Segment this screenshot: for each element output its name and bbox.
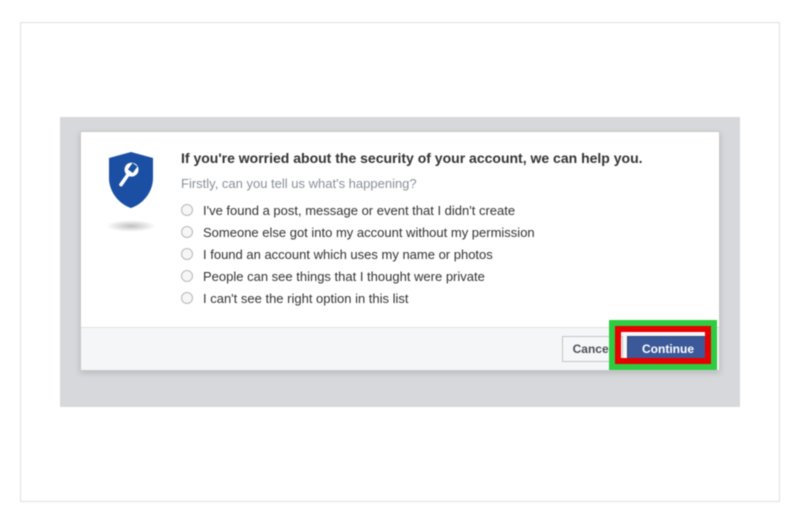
shield-wrench-icon bbox=[105, 150, 157, 210]
continue-button[interactable]: Continue bbox=[627, 336, 709, 362]
cancel-button[interactable]: Cancel bbox=[562, 336, 623, 362]
option-label: I found an account which uses my name or… bbox=[203, 247, 493, 262]
option-row[interactable]: I've found a post, message or event that… bbox=[181, 203, 701, 218]
content-column: If you're worried about the security of … bbox=[181, 150, 701, 313]
icon-column bbox=[99, 150, 163, 313]
option-row[interactable]: Someone else got into my account without… bbox=[181, 225, 701, 240]
radio-icon[interactable] bbox=[181, 204, 193, 216]
option-label: People can see things that I thought wer… bbox=[203, 269, 485, 284]
dialog-title: If you're worried about the security of … bbox=[181, 150, 701, 166]
option-label: Someone else got into my account without… bbox=[203, 225, 535, 240]
option-label: I can't see the right option in this lis… bbox=[203, 291, 409, 306]
backdrop-panel: If you're worried about the security of … bbox=[60, 117, 740, 407]
option-row[interactable]: I can't see the right option in this lis… bbox=[181, 291, 701, 306]
option-row[interactable]: I found an account which uses my name or… bbox=[181, 247, 701, 262]
radio-icon[interactable] bbox=[181, 270, 193, 282]
icon-shadow bbox=[106, 220, 156, 232]
dialog-footer: Cancel Continue bbox=[81, 327, 719, 370]
radio-icon[interactable] bbox=[181, 248, 193, 260]
radio-icon[interactable] bbox=[181, 292, 193, 304]
security-dialog: If you're worried about the security of … bbox=[80, 131, 720, 371]
radio-icon[interactable] bbox=[181, 226, 193, 238]
outer-frame: If you're worried about the security of … bbox=[20, 22, 780, 502]
dialog-body: If you're worried about the security of … bbox=[81, 132, 719, 327]
option-row[interactable]: People can see things that I thought wer… bbox=[181, 269, 701, 284]
option-label: I've found a post, message or event that… bbox=[203, 203, 515, 218]
dialog-subtitle: Firstly, can you tell us what's happenin… bbox=[181, 176, 701, 191]
